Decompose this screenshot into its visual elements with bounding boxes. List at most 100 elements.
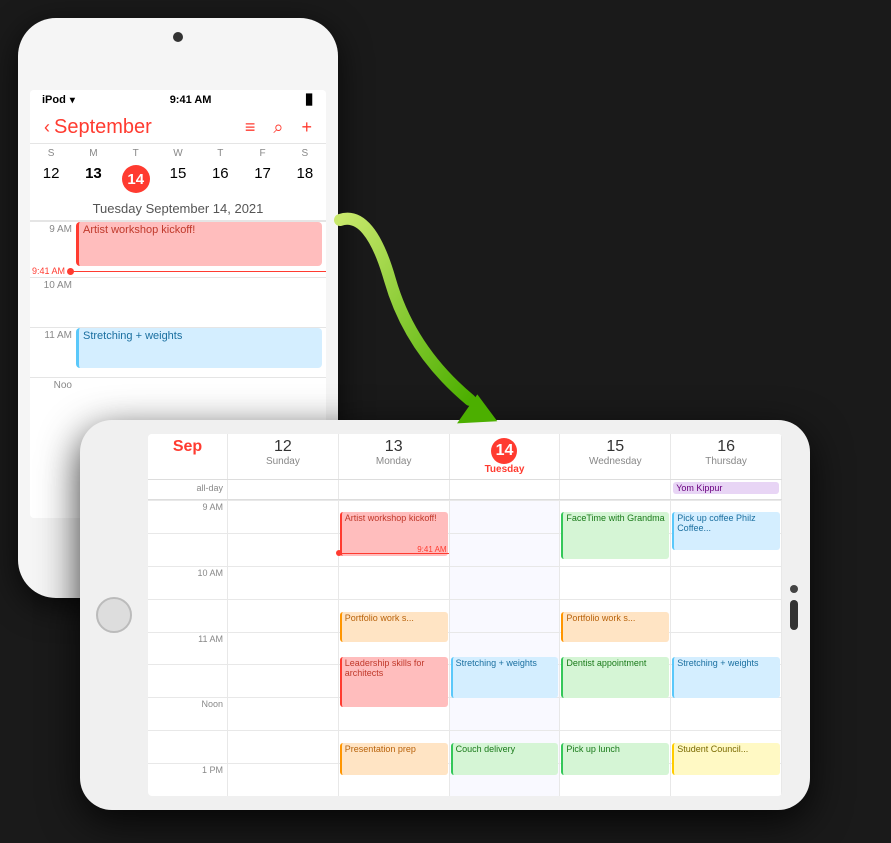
event-thu-stretching[interactable]: Stretching + weights	[672, 657, 780, 698]
header-col-thu[interactable]: 16 Thursday	[671, 434, 782, 479]
time-11am: 11 AM	[148, 632, 227, 665]
wifi-icon: ▾	[70, 95, 75, 106]
event-mon-presentation[interactable]: Presentation prep	[340, 743, 448, 776]
time-label-noon: Noo	[30, 378, 76, 391]
event-title: Artist workshop kickoff!	[345, 513, 437, 523]
landscape-ipod: Sep 12 Sunday 13 Monday 14 Tuesday 15 We…	[80, 420, 810, 810]
weekday-wed: W	[157, 148, 199, 159]
allday-col-wed	[560, 480, 671, 499]
now-time-label: 9:41 AM	[417, 545, 446, 554]
slot-sun-7	[228, 697, 338, 730]
day-16[interactable]: 16	[199, 163, 241, 195]
time-row-noon: Noo	[30, 377, 326, 421]
day-15[interactable]: 15	[157, 163, 199, 195]
time-half11	[148, 664, 227, 697]
month-label: Sep	[150, 438, 225, 456]
event-mon-leadership[interactable]: Leadership skills for architects	[340, 657, 448, 707]
day-col-sun	[228, 500, 339, 796]
event-title: Leadership skills for architects	[345, 658, 425, 678]
day-14[interactable]: 14	[115, 163, 157, 195]
day-13[interactable]: 13	[72, 163, 114, 195]
event-wed-dentist[interactable]: Dentist appointment	[561, 657, 669, 698]
calendar-header: ‹ September ≡ ⌕ +	[30, 110, 326, 144]
slot-sun-2	[228, 533, 338, 566]
time-noon: Noon	[148, 697, 227, 730]
event-tue-couch[interactable]: Couch delivery	[451, 743, 559, 776]
landscape-screen: Sep 12 Sunday 13 Monday 14 Tuesday 15 We…	[148, 434, 782, 796]
event-title: Couch delivery	[456, 744, 516, 754]
day-name-wed: Wednesday	[562, 456, 668, 467]
allday-label: all-day	[148, 480, 228, 499]
day-17[interactable]: 17	[241, 163, 283, 195]
header-col-wed[interactable]: 15 Wednesday	[560, 434, 671, 479]
day-18[interactable]: 18	[284, 163, 326, 195]
event-title: Pick up lunch	[566, 744, 620, 754]
header-sep: Sep	[148, 434, 228, 479]
event-title: Portfolio work s...	[345, 613, 414, 623]
event-title: Dentist appointment	[566, 658, 646, 668]
time-9am: 9 AM	[148, 500, 227, 533]
slot-thu-7	[671, 697, 781, 730]
time-column: 9 AM 10 AM 11 AM Noon 1 PM	[148, 500, 228, 796]
weekday-fri: F	[241, 148, 283, 159]
event-yom-kippur[interactable]: Yom Kippur	[673, 482, 779, 494]
event-title: FaceTime with Grandma	[566, 513, 664, 523]
event-thu-council[interactable]: Student Council...	[672, 743, 780, 776]
event-title: Stretching + weights	[677, 658, 758, 668]
search-icon[interactable]: ⌕	[273, 117, 283, 138]
body-grid: 9 AM 10 AM 11 AM Noon 1 PM	[148, 500, 782, 796]
add-event-icon[interactable]: +	[301, 117, 312, 138]
time-label-11am: 11 AM	[30, 328, 76, 341]
day-num-15: 15	[562, 438, 668, 456]
weekday-sat: S	[284, 148, 326, 159]
event-artist-workshop[interactable]: Artist workshop kickoff!	[76, 222, 322, 266]
allday-col-thu: Yom Kippur	[671, 480, 782, 499]
day-col-tue: Stretching + weights Couch delivery	[450, 500, 561, 796]
event-title: Stretching + weights	[456, 658, 537, 668]
landscape-speaker	[790, 600, 798, 630]
weekday-tue: T	[115, 148, 157, 159]
list-icon[interactable]: ≡	[245, 117, 256, 138]
event-wed-portfolio[interactable]: Portfolio work s...	[561, 612, 669, 642]
allday-col-mon	[339, 480, 450, 499]
month-title: September	[54, 116, 152, 139]
slot-mon-3	[339, 566, 449, 599]
day-num-16: 16	[673, 438, 779, 456]
carrier-label: iPod	[42, 94, 66, 106]
event-stretching[interactable]: Stretching + weights	[76, 328, 322, 368]
weekday-headers: S M T W T F S	[30, 144, 326, 161]
slot-sun-5	[228, 632, 338, 665]
arrow-graphic	[310, 200, 530, 460]
time-row-10am: 10 AM	[30, 277, 326, 327]
event-title: Artist workshop kickoff!	[83, 224, 195, 236]
time-half9	[148, 533, 227, 566]
time-label-9am: 9 AM	[30, 222, 76, 235]
day-12[interactable]: 12	[30, 163, 72, 195]
slot-sun-9	[228, 763, 338, 796]
event-title: Portfolio work s...	[566, 613, 635, 623]
slot-thu-3	[671, 566, 781, 599]
landscape-home-button[interactable]	[96, 597, 132, 633]
event-title: Stretching + weights	[83, 330, 182, 342]
time-10am: 10 AM	[148, 566, 227, 599]
slot-tue-1	[450, 500, 560, 533]
slot-thu-4	[671, 599, 781, 632]
status-time: 9:41 AM	[170, 94, 212, 106]
header-icons: ≡ ⌕ +	[245, 117, 312, 138]
slot-sun-8	[228, 730, 338, 763]
event-tue-stretching[interactable]: Stretching + weights	[451, 657, 559, 698]
month-nav[interactable]: ‹ September	[44, 116, 152, 139]
now-dot	[67, 268, 74, 275]
now-line: 9:41 AM	[339, 553, 449, 554]
event-mon-portfolio[interactable]: Portfolio work s...	[340, 612, 448, 642]
event-thu-coffee[interactable]: Pick up coffee Philz Coffee...	[672, 512, 780, 550]
allday-col-sun	[228, 480, 339, 499]
slot-wed-3	[560, 566, 670, 599]
slot-tue-7	[450, 697, 560, 730]
slot-tue-3	[450, 566, 560, 599]
event-wed-lunch[interactable]: Pick up lunch	[561, 743, 669, 776]
event-wed-facetime[interactable]: FaceTime with Grandma	[561, 512, 669, 559]
weekday-mon: M	[72, 148, 114, 159]
back-arrow-icon[interactable]: ‹	[44, 117, 50, 138]
day-timeline: 9 AM Artist workshop kickoff! 9:41 AM	[30, 221, 326, 441]
